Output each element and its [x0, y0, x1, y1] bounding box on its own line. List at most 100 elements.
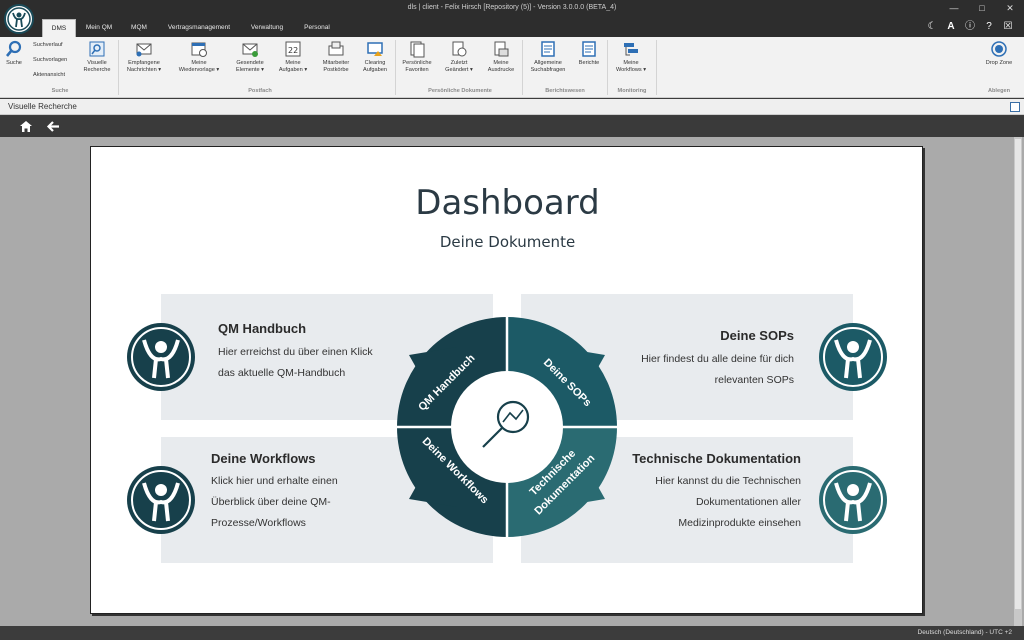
- favoriten-label-1: Persönliche: [402, 60, 431, 66]
- tab-dms[interactable]: DMS: [42, 19, 76, 37]
- vertical-scrollbar[interactable]: [1014, 137, 1022, 626]
- suchverlauf-link[interactable]: Suchverlauf: [33, 42, 63, 48]
- printouts-icon: [492, 40, 510, 58]
- favorite-docs-icon: [408, 40, 426, 58]
- persoenliche-favoriten-button[interactable]: Persönliche Favoriten: [398, 40, 436, 74]
- sops-person-badge-icon[interactable]: [818, 322, 888, 392]
- tab-vertragsmanagement[interactable]: Vertragsmanagement: [160, 19, 238, 37]
- postkoerbe-label-1: Mitarbeiter: [323, 60, 349, 66]
- empfangene-label-1: Empfangene: [128, 60, 160, 66]
- suchabfragen-label-1: Allgemeine: [534, 60, 562, 66]
- title-bar: dls | client - Felix Hirsch [Repository …: [0, 0, 1024, 17]
- drop-zone-icon: [990, 40, 1008, 58]
- berichte-label: Berichte: [579, 60, 600, 66]
- group-monitoring-label: Monitoring: [610, 88, 654, 94]
- info-icon[interactable]: ⓘ: [964, 21, 976, 33]
- workflows-person-badge-icon[interactable]: [126, 465, 196, 535]
- close-button[interactable]: ✕: [996, 0, 1024, 17]
- theme-toggle-icon[interactable]: ☾: [926, 21, 938, 33]
- minimize-button[interactable]: —: [940, 0, 968, 17]
- workflows-card-text: Klick hier und erhalte einen Überblick ü…: [211, 471, 338, 534]
- empfangene-nachrichten-button[interactable]: Empfangene Nachrichten ▾: [121, 40, 167, 74]
- group-postfach-label: Postfach: [230, 88, 290, 94]
- qm-person-badge-icon[interactable]: [126, 322, 196, 392]
- qm-card-text: Hier erreichst du über einen Klick das a…: [218, 342, 373, 384]
- dashboard-page: Dashboard Deine Dokumente QM Handbuch Hi…: [90, 146, 923, 614]
- visuelle-recherche-button[interactable]: Visuelle Recherche: [80, 40, 114, 74]
- meine-wiedervorlage-button[interactable]: Meine Wiedervorlage ▾: [171, 40, 227, 74]
- workflows-card-line: Überblick über deine QM-: [211, 492, 338, 513]
- workflows-card-line: Klick hier und erhalte einen: [211, 471, 338, 492]
- window-title: dls | client - Felix Hirsch [Repository …: [0, 4, 1024, 11]
- workflow-icon: [622, 40, 640, 58]
- qm-card-title: QM Handbuch: [218, 321, 306, 336]
- back-arrow-icon[interactable]: [46, 120, 60, 133]
- sops-card-title: Deine SOPs: [720, 328, 794, 343]
- postkoerbe-label-2: Postkörbe: [323, 67, 348, 73]
- panel-pin-icon[interactable]: [1010, 102, 1020, 112]
- aufgaben-label-1: Meine: [285, 60, 300, 66]
- app-logo[interactable]: [4, 4, 34, 34]
- zuletzt-label-2: Geändert ▾: [445, 67, 473, 73]
- berichte-button[interactable]: Berichte: [574, 40, 604, 67]
- technik-card-text: Hier kannst du die Technischen Dokumenta…: [655, 471, 801, 534]
- suche-button[interactable]: Suche: [3, 40, 25, 67]
- group-ablegen-label: Ablegen: [980, 88, 1018, 94]
- sops-card-line: Hier findest du alle deine für dich: [641, 349, 794, 370]
- home-icon[interactable]: [19, 120, 33, 133]
- clearing-label-1: Clearing: [365, 60, 386, 66]
- meine-aufgaben-button[interactable]: 22 Meine Aufgaben ▾: [274, 40, 312, 74]
- clearing-label-2: Aufgaben: [363, 67, 387, 73]
- workflows-card-title: Deine Workflows: [211, 451, 316, 466]
- meine-workflows-button[interactable]: Meine Workflows ▾: [610, 40, 652, 74]
- search-icon: [5, 40, 23, 58]
- sent-mail-icon: [241, 40, 259, 58]
- drop-zone-label: Drop Zone: [986, 60, 1012, 66]
- maximize-button[interactable]: □: [968, 0, 996, 17]
- tab-personal[interactable]: Personal: [296, 19, 338, 37]
- group-suche-label: Suche: [40, 88, 80, 94]
- panel-header: Visuelle Recherche: [0, 99, 1024, 115]
- aktenansicht-link[interactable]: Aktenansicht: [33, 72, 65, 78]
- workflows-card-line: Prozesse/Workflows: [211, 513, 338, 534]
- report-icon: [580, 40, 598, 58]
- technik-person-badge-icon[interactable]: [818, 465, 888, 535]
- wiedervorlage-label-2: Wiedervorlage ▾: [179, 67, 219, 73]
- allgemeine-suchabfragen-button[interactable]: Allgemeine Suchabfragen: [526, 40, 570, 74]
- font-size-icon[interactable]: A: [945, 21, 957, 33]
- workflows-label-2: Workflows ▾: [616, 67, 646, 73]
- ribbon: Suche Suchverlauf Suchvorlagen Aktenansi…: [0, 37, 1024, 98]
- tab-mqm[interactable]: MQM: [122, 19, 156, 37]
- tab-mein-qm[interactable]: Mein QM: [80, 19, 118, 37]
- help-icon[interactable]: ?: [983, 21, 995, 33]
- inbox-mail-icon: [135, 40, 153, 58]
- app-logo-icon: [6, 6, 32, 32]
- technik-card-line: Dokumentationen aller: [655, 492, 801, 513]
- suchabfragen-label-2: Suchabfragen: [531, 67, 566, 73]
- gesendete-label-2: Elemente ▾: [236, 67, 264, 73]
- scrollbar-thumb[interactable]: [1015, 139, 1021, 609]
- technik-card-title: Technische Dokumentation: [632, 451, 801, 466]
- drop-zone-button[interactable]: Drop Zone: [980, 40, 1018, 67]
- suchvorlagen-link[interactable]: Suchvorlagen: [33, 57, 67, 63]
- locale-status: Deutsch (Deutschland) - UTC +2: [918, 629, 1012, 636]
- visuelle-label-1: Visuelle: [87, 60, 107, 66]
- clearing-aufgaben-button[interactable]: Clearing Aufgaben: [358, 40, 392, 74]
- favoriten-label-2: Favoriten: [405, 67, 428, 73]
- qm-card-line: Hier erreichst du über einen Klick: [218, 342, 373, 363]
- wheel-center[interactable]: [451, 371, 563, 483]
- exit-icon[interactable]: ☒: [1002, 21, 1014, 33]
- svg-text:22: 22: [288, 46, 298, 55]
- tab-verwaltung[interactable]: Verwaltung: [242, 19, 292, 37]
- empfangene-label-2: Nachrichten ▾: [127, 67, 161, 73]
- group-berichtswesen-label: Berichtswesen: [530, 88, 600, 94]
- meine-ausdrucke-button[interactable]: Meine Ausdrucke: [482, 40, 520, 74]
- technik-card-line: Hier kannst du die Technischen: [655, 471, 801, 492]
- tasks-calendar-icon: 22: [284, 40, 302, 58]
- gesendete-elemente-button[interactable]: Gesendete Elemente ▾: [230, 40, 270, 74]
- ribbon-separator: [395, 40, 396, 95]
- zuletzt-geaendert-button[interactable]: Zuletzt Geändert ▾: [440, 40, 478, 74]
- workflows-label-1: Meine: [623, 60, 638, 66]
- recherche-toolbar: [0, 116, 1024, 137]
- mitarbeiter-postkoerbe-button[interactable]: Mitarbeiter Postkörbe: [316, 40, 356, 74]
